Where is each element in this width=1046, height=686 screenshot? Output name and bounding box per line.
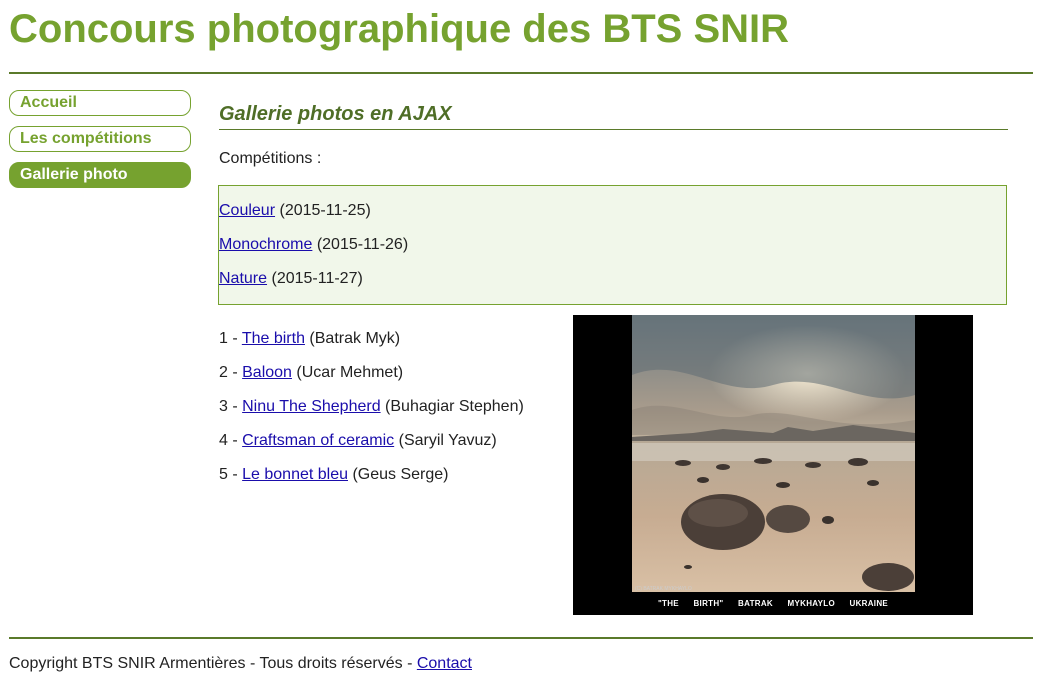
section-title: Gallerie photos en AJAX — [219, 100, 1008, 130]
photo-rank: 5 - — [219, 466, 238, 483]
header-divider — [9, 72, 1033, 74]
photo-copyright: (C) BATRAK MYKHAYLO — [635, 586, 692, 592]
competition-item: Nature (2015-11-27) — [219, 269, 363, 289]
photo-author: (Saryil Yavuz) — [398, 432, 497, 449]
competition-date: (2015-11-25) — [279, 202, 371, 219]
photo-author: (Buhagiar Stephen) — [385, 398, 524, 415]
nav-item-gallerie-photo[interactable]: Gallerie photo — [9, 162, 191, 188]
photo-list-item: 1 - The birth (Batrak Myk) — [219, 329, 400, 349]
contact-link[interactable]: Contact — [417, 655, 472, 672]
photo-link[interactable]: Le bonnet bleu — [242, 466, 348, 483]
competitions-box: Couleur (2015-11-25) Monochrome (2015-11… — [218, 185, 1007, 305]
photo-rank: 3 - — [219, 398, 238, 415]
photo-list-item: 3 - Ninu The Shepherd (Buhagiar Stephen) — [219, 397, 524, 417]
site-title: Concours photographique des BTS SNIR — [9, 7, 790, 51]
footer-copyright: Copyright BTS SNIR Armentières - Tous dr… — [9, 655, 413, 672]
photo-list-item: 5 - Le bonnet bleu (Geus Serge) — [219, 465, 449, 485]
photo-rank: 2 - — [219, 364, 238, 381]
competition-link-monochrome[interactable]: Monochrome — [219, 236, 312, 253]
photo-author: (Geus Serge) — [352, 466, 449, 483]
competitions-label: Compétitions : — [219, 150, 322, 167]
photo-caption: "THE BIRTH" BATRAK MYKHAYLO UKRAINE — [657, 599, 889, 608]
competition-item: Monochrome (2015-11-26) — [219, 235, 408, 255]
competition-item: Couleur (2015-11-25) — [219, 201, 371, 221]
competition-link-nature[interactable]: Nature — [219, 270, 267, 287]
photo-rank: 1 - — [219, 330, 238, 347]
competition-link-couleur[interactable]: Couleur — [219, 202, 275, 219]
photo-link[interactable]: Baloon — [242, 364, 292, 381]
footer-divider — [9, 637, 1033, 639]
sidebar-nav: Accueil Les compétitions Gallerie photo — [9, 90, 191, 198]
photo-author: (Ucar Mehmet) — [296, 364, 404, 381]
photo-link[interactable]: Ninu The Shepherd — [242, 398, 380, 415]
photo-link[interactable]: Craftsman of ceramic — [242, 432, 394, 449]
competition-date: (2015-11-27) — [271, 270, 363, 287]
main-content: Gallerie photos en AJAX Compétitions : C… — [218, 100, 1008, 483]
competition-date: (2015-11-26) — [316, 236, 409, 253]
photo-list-item: 4 - Craftsman of ceramic (Saryil Yavuz) — [219, 431, 497, 451]
photo-rank: 4 - — [219, 432, 238, 449]
photo-preview-image — [632, 315, 915, 592]
photo-preview: (C) BATRAK MYKHAYLO "THE BIRTH" BATRAK M… — [573, 315, 973, 615]
footer: Copyright BTS SNIR Armentières - Tous dr… — [9, 654, 472, 674]
photo-author: (Batrak Myk) — [309, 330, 401, 347]
nav-item-accueil[interactable]: Accueil — [9, 90, 191, 116]
nav-item-competitions[interactable]: Les compétitions — [9, 126, 191, 152]
photo-list-item: 2 - Baloon (Ucar Mehmet) — [219, 363, 403, 383]
photo-link[interactable]: The birth — [242, 330, 305, 347]
